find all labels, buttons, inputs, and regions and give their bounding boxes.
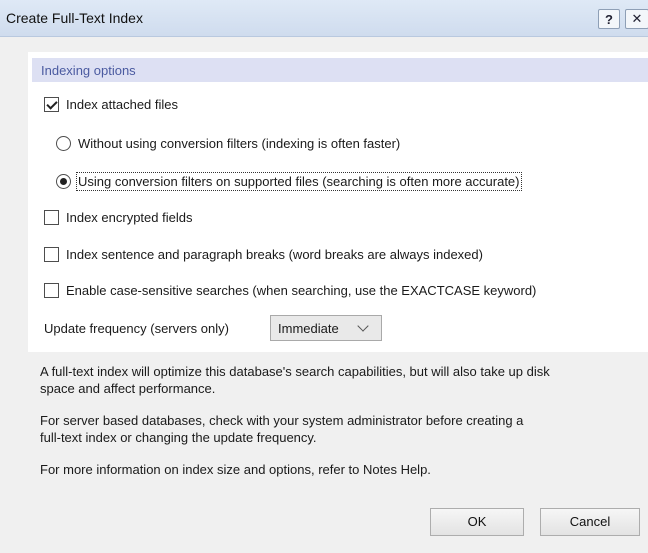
attached-files-checkbox[interactable] [44,97,59,112]
info-server-line2: full-text index or changing the update f… [40,430,317,445]
encrypted-fields-label: Index encrypted fields [66,210,193,225]
sentence-breaks-label: Index sentence and paragraph breaks (wor… [66,247,483,262]
update-frequency-label: Update frequency (servers only) [44,321,229,336]
help-button[interactable]: ? [598,9,620,29]
without-filters-label: Without using conversion filters (indexi… [78,136,401,151]
section-title: Indexing options [41,63,136,78]
case-sensitive-label: Enable case-sensitive searches (when sea… [66,283,537,298]
info-performance-line1: A full-text index will optimize this dat… [40,364,550,379]
close-button[interactable]: ✕ [625,9,648,29]
chevron-down-icon [357,320,369,332]
attached-files-label: Index attached files [66,97,179,112]
info-server-line1: For server based databases, check with y… [40,413,524,428]
sentence-breaks-checkbox[interactable] [44,247,59,262]
with-filters-radio[interactable] [56,174,71,189]
info-help-line: For more information on index size and o… [40,462,431,477]
info-performance-line2: space and affect performance. [40,381,216,396]
indexing-options-header: Indexing options [32,58,648,82]
title-bar: Create Full-Text Index ? ✕ [0,0,648,37]
encrypted-fields-checkbox[interactable] [44,210,59,225]
case-sensitive-checkbox[interactable] [44,283,59,298]
update-frequency-select[interactable]: Immediate [270,315,382,341]
without-filters-radio[interactable] [56,136,71,151]
dialog-title: Create Full-Text Index [6,10,143,26]
update-frequency-value: Immediate [278,321,339,336]
with-filters-label: Using conversion filters on supported fi… [76,172,522,191]
ok-button[interactable]: OK [430,508,524,536]
cancel-button[interactable]: Cancel [540,508,640,536]
